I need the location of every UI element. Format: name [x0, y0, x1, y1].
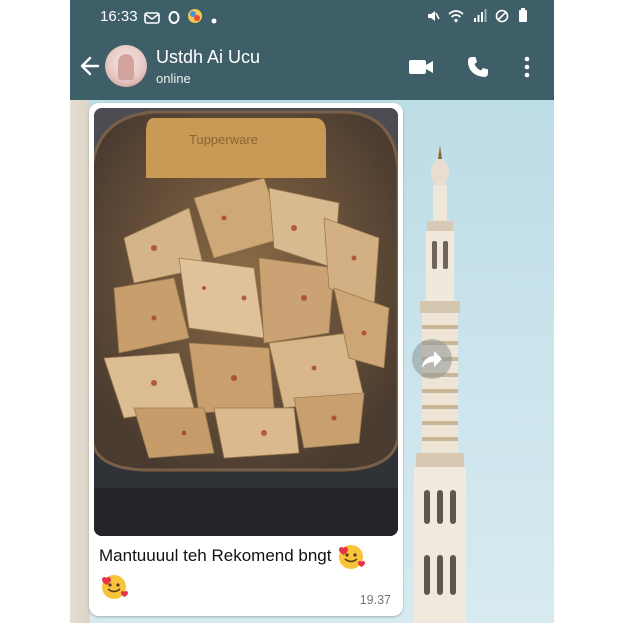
wifi-icon: [448, 10, 464, 23]
mute-icon: [427, 11, 440, 21]
contact-status: online: [156, 71, 191, 86]
lid-brand-text: Tupperware: [189, 132, 258, 147]
mail-icon: [144, 12, 160, 24]
avatar[interactable]: [105, 45, 147, 87]
circle-icon: [168, 11, 180, 24]
phone-screen: 16:33 Ustdh Ai Ucu online Tupperware Man…: [70, 0, 554, 623]
menu-dots-icon[interactable]: [523, 56, 531, 78]
dot-icon: [211, 18, 217, 24]
forward-icon: [422, 351, 442, 368]
message-caption: Mantuuuul teh Rekomend bngt: [99, 541, 395, 602]
contact-name[interactable]: Ustdh Ai Ucu: [156, 47, 260, 68]
signal-icon: [473, 9, 487, 22]
forward-button[interactable]: [412, 339, 452, 379]
smiling-face-with-hearts-icon: [339, 544, 366, 569]
caption-text: Mantuuuul teh Rekomend bngt: [99, 546, 332, 565]
battery-icon: [519, 8, 527, 22]
message-time: 19.37: [359, 593, 391, 607]
avatar-figure: [118, 54, 134, 80]
notification-icons: [144, 8, 217, 27]
smiling-face-with-hearts-icon: [102, 575, 128, 600]
system-icons: [426, 8, 529, 26]
wallpaper-left-wall: [70, 100, 90, 623]
video-call-icon[interactable]: [408, 58, 434, 76]
chips-photo: Tupperware: [94, 108, 398, 536]
status-bar: 16:33: [70, 0, 554, 34]
dnd-icon: [496, 9, 509, 23]
app-icon: [188, 9, 203, 23]
chat-header: Ustdh Ai Ucu online: [70, 34, 554, 100]
back-arrow-icon[interactable]: [78, 52, 102, 80]
message-image[interactable]: Tupperware: [94, 108, 398, 536]
status-time: 16:33: [100, 8, 138, 25]
message-bubble[interactable]: Tupperware Mantuuuul teh Rekomend bngt 1…: [89, 103, 403, 616]
minaret-illustration: [414, 145, 466, 623]
phone-call-icon[interactable]: [466, 55, 490, 79]
